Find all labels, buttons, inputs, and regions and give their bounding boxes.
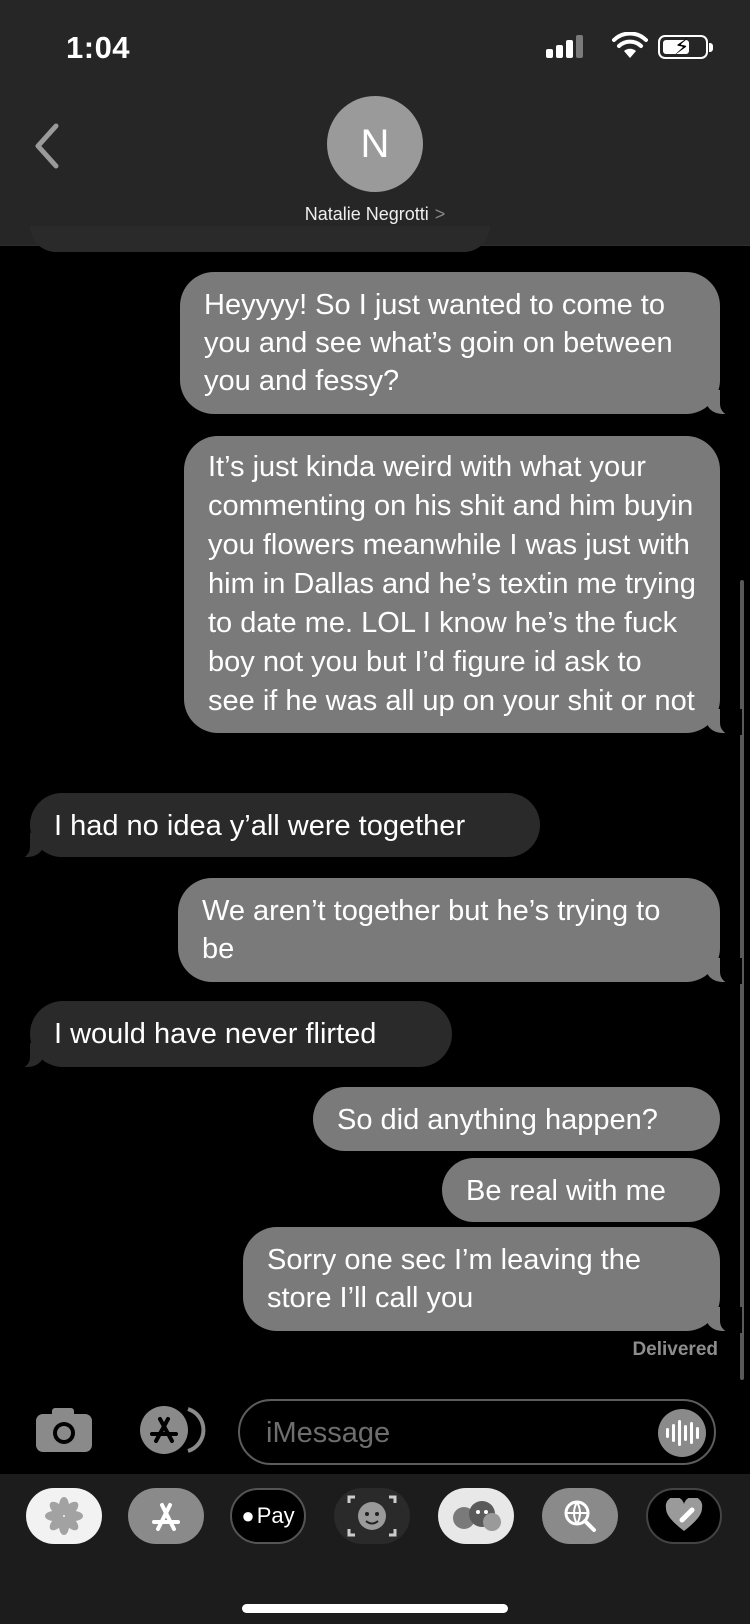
app-store-a-icon <box>152 1503 180 1531</box>
apple-pay-icon[interactable]: ● Pay <box>230 1488 306 1544</box>
status-icons: ⚡ <box>546 32 716 62</box>
apple-pay-label: Pay <box>256 1503 295 1528</box>
message-bubble-outgoing[interactable]: Sorry one sec I’m leaving the store I’ll… <box>243 1227 742 1333</box>
stickers-faces-icon <box>453 1501 501 1531</box>
contact-avatar[interactable]: N <box>327 96 423 192</box>
app-store-icon[interactable] <box>134 1403 206 1457</box>
memoji-face-icon <box>347 1495 397 1537</box>
globe-search-icon <box>564 1500 596 1532</box>
memoji-icon[interactable] <box>334 1488 410 1544</box>
avatar-initial: N <box>360 121 390 166</box>
battery-charging-icon: ⚡ <box>658 34 713 59</box>
message-input-field[interactable] <box>238 1399 716 1465</box>
back-chevron-icon[interactable] <box>30 120 66 172</box>
message-input[interactable] <box>266 1415 626 1451</box>
message-bubble-incoming[interactable]: I would have never flirted <box>8 1001 452 1069</box>
message-bubble-outgoing[interactable]: Heyyyy! So I just wanted to come to you … <box>180 272 742 416</box>
status-time: 1:04 <box>66 30 131 65</box>
heart-touch-icon <box>665 1498 703 1531</box>
message-bubble-outgoing[interactable]: We aren’t together but he’s trying to be <box>178 878 742 984</box>
photos-app-icon[interactable] <box>26 1488 102 1544</box>
web-search-icon[interactable] <box>542 1488 618 1544</box>
previous-message-peek <box>30 226 490 252</box>
delivered-status: Delivered <box>632 1339 718 1360</box>
digital-touch-icon[interactable] <box>646 1488 722 1544</box>
message-bubble-outgoing[interactable]: It’s just kinda weird with what your com… <box>184 436 742 735</box>
home-indicator[interactable] <box>242 1604 508 1613</box>
contact-name-button[interactable]: Natalie Negrotti > <box>0 204 750 225</box>
app-drawer: ● Pay <box>0 1474 750 1624</box>
photos-icon <box>45 1497 83 1535</box>
camera-icon[interactable] <box>34 1406 94 1454</box>
conversation-header: 1:04 ⚡ N Natalie Negrotti > <box>0 0 750 246</box>
contact-name: Natalie Negrotti <box>304 204 429 224</box>
message-bubble-outgoing[interactable]: Be real with me <box>442 1158 720 1222</box>
wifi-icon <box>612 32 648 58</box>
app-store-tray-icon[interactable] <box>128 1488 204 1544</box>
apple-logo-icon: ● <box>241 1503 255 1528</box>
audio-message-icon[interactable] <box>658 1409 706 1457</box>
message-bubble-incoming[interactable]: I had no idea y’all were together <box>8 793 540 859</box>
chevron-right-icon: > <box>434 204 446 224</box>
message-bubble-outgoing[interactable]: So did anything happen? <box>313 1087 720 1151</box>
memoji-stickers-icon[interactable] <box>438 1488 514 1544</box>
